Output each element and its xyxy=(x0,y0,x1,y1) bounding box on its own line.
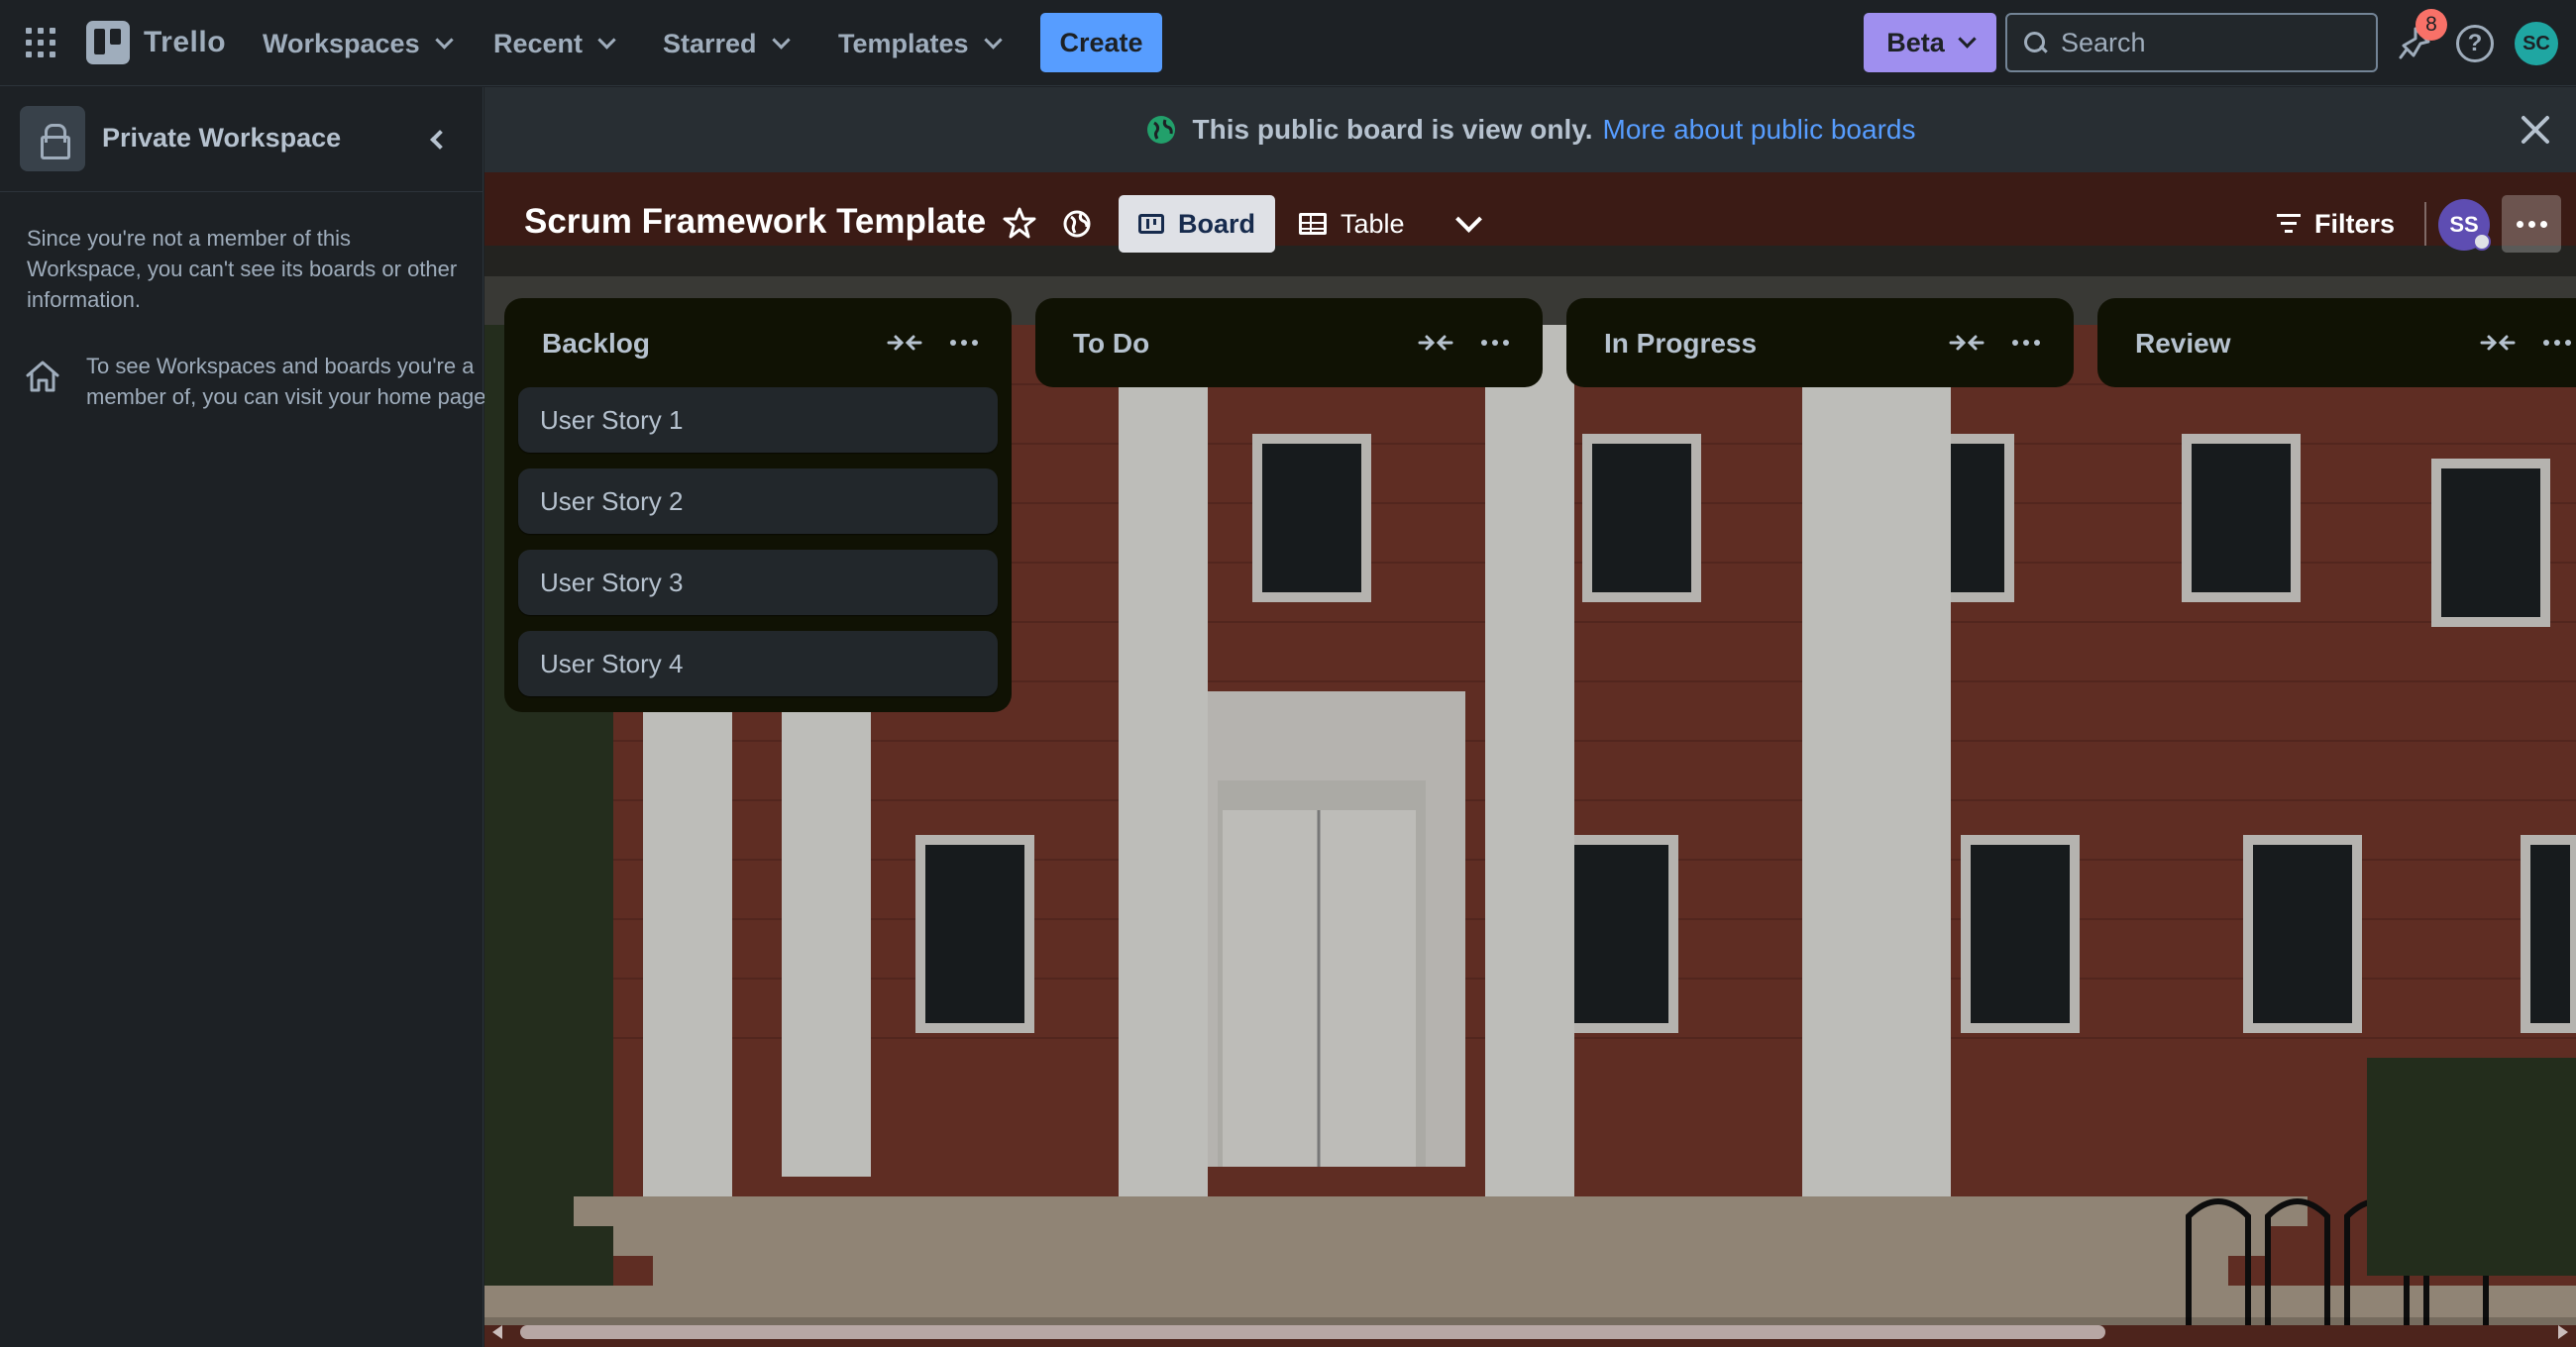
star-icon[interactable] xyxy=(1003,206,1036,240)
table-view-label: Table xyxy=(1341,208,1405,239)
public-boards-link[interactable]: More about public boards xyxy=(1603,114,1916,146)
board-header: Scrum Framework Template Board Table Fil… xyxy=(484,172,2576,276)
list-title[interactable]: In Progress xyxy=(1604,328,1757,360)
search-icon xyxy=(2023,31,2047,54)
list-to-do: To Do xyxy=(1035,298,1543,387)
workspace-icon xyxy=(20,106,85,171)
filters-button[interactable]: Filters xyxy=(2277,201,2395,247)
header-divider xyxy=(2424,202,2426,246)
list-menu-icon[interactable] xyxy=(1481,333,1513,353)
create-button[interactable]: Create xyxy=(1040,13,1162,72)
top-nav: Trello Workspaces Recent Starred Templat… xyxy=(0,0,2576,86)
starred-menu[interactable]: Starred xyxy=(663,18,791,69)
board-view-button[interactable]: Board xyxy=(1119,195,1275,253)
horizontal-scrollbar[interactable] xyxy=(484,1317,2576,1347)
chevron-left-icon xyxy=(430,130,450,150)
list-title[interactable]: Backlog xyxy=(542,328,650,360)
recent-menu[interactable]: Recent xyxy=(493,18,616,69)
board-title[interactable]: Scrum Framework Template xyxy=(524,202,986,242)
help-icon[interactable]: ? xyxy=(2456,25,2494,62)
templates-menu[interactable]: Templates xyxy=(838,18,1003,69)
board-view-label: Board xyxy=(1177,208,1255,239)
list-review: Review xyxy=(2097,298,2576,387)
collapse-list-icon[interactable] xyxy=(887,331,922,355)
list-menu-icon[interactable] xyxy=(950,333,982,353)
chevron-down-icon[interactable] xyxy=(1453,208,1483,238)
admin-badge-icon xyxy=(2473,233,2491,251)
chevron-down-icon xyxy=(597,31,616,50)
workspaces-label: Workspaces xyxy=(263,28,420,58)
list-header: In Progress xyxy=(1566,298,2074,387)
table-view-icon xyxy=(1299,213,1327,235)
scrollbar-thumb[interactable] xyxy=(520,1325,2105,1339)
beta-label: Beta xyxy=(1886,27,1945,57)
home-hint-text: To see Workspaces and boards you're a me… xyxy=(86,354,492,409)
chevron-down-icon xyxy=(983,31,1003,50)
workspace-header: Private Workspace xyxy=(0,87,483,192)
templates-label: Templates xyxy=(838,28,969,58)
list-title[interactable]: Review xyxy=(2135,328,2231,360)
user-avatar[interactable]: SC xyxy=(2515,22,2558,65)
list-header: Review xyxy=(2097,298,2576,387)
starred-label: Starred xyxy=(663,28,757,58)
chevron-down-icon xyxy=(771,31,791,50)
list-header: To Do xyxy=(1035,298,1543,387)
trello-logo-icon xyxy=(86,21,130,64)
trello-logo[interactable]: Trello xyxy=(86,21,226,64)
list-title[interactable]: To Do xyxy=(1073,328,1149,360)
list-header: Backlog xyxy=(504,298,1012,387)
collapse-list-icon[interactable] xyxy=(1949,331,1985,355)
table-view-button[interactable]: Table xyxy=(1299,195,1418,253)
home-icon xyxy=(26,361,59,392)
logo-text: Trello xyxy=(144,26,227,58)
notification-badge: 8 xyxy=(2415,9,2447,41)
workspace-name: Private Workspace xyxy=(102,123,342,153)
collapse-list-icon[interactable] xyxy=(2480,331,2516,355)
collapse-list-icon[interactable] xyxy=(1418,331,1453,355)
chevron-down-icon xyxy=(434,31,454,50)
chevron-down-icon xyxy=(1958,30,1977,49)
search-input[interactable] xyxy=(2061,27,2358,58)
board-menu-button[interactable] xyxy=(2502,195,2561,253)
sidebar: Private Workspace Since you're not a mem… xyxy=(0,87,492,1347)
lock-icon xyxy=(41,124,70,159)
board-canvas: This public board is view only. More abo… xyxy=(484,87,2576,1347)
filters-label: Filters xyxy=(2314,208,2396,239)
list-menu-icon[interactable] xyxy=(2012,333,2044,353)
card[interactable]: User Story 4 xyxy=(518,631,998,696)
search-box[interactable] xyxy=(2005,13,2378,72)
public-board-banner: This public board is view only. More abo… xyxy=(484,87,2576,172)
app-switcher-icon[interactable] xyxy=(26,28,55,57)
close-icon[interactable] xyxy=(2519,113,2552,147)
filter-icon xyxy=(2277,214,2301,234)
beta-button[interactable]: Beta xyxy=(1864,13,1996,72)
card[interactable]: User Story 1 xyxy=(518,387,998,453)
workspaces-menu[interactable]: Workspaces xyxy=(263,18,454,69)
list-backlog: Backlog User Story 1 User Story 2 User S… xyxy=(504,298,1012,712)
globe-visibility-icon[interactable] xyxy=(1062,209,1092,239)
workspace-access-note: Since you're not a member of this Worksp… xyxy=(27,226,458,312)
card[interactable]: User Story 3 xyxy=(518,550,998,615)
list-in-progress: In Progress xyxy=(1566,298,2074,387)
list-menu-icon[interactable] xyxy=(2543,333,2575,353)
board-view-icon xyxy=(1137,214,1164,234)
collapse-sidebar-button[interactable] xyxy=(415,118,459,161)
globe-icon xyxy=(1146,116,1175,144)
recent-label: Recent xyxy=(493,28,584,58)
banner-text: This public board is view only. xyxy=(1192,114,1593,145)
scroll-right-icon[interactable] xyxy=(2558,1325,2568,1339)
card[interactable]: User Story 2 xyxy=(518,468,998,534)
scroll-left-icon[interactable] xyxy=(492,1325,502,1339)
